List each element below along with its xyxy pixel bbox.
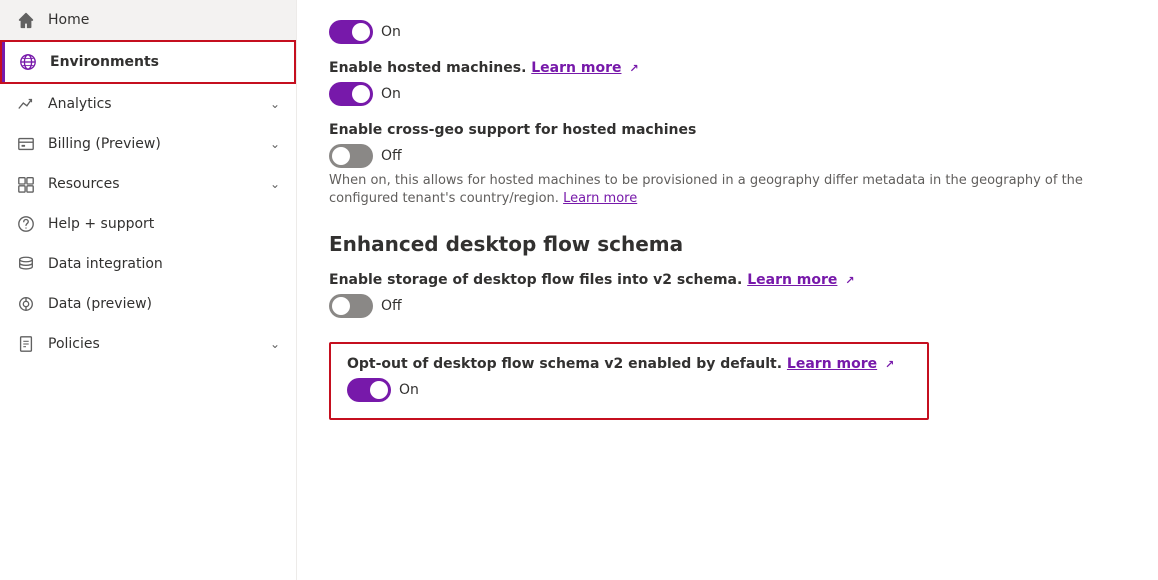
data-integration-icon (16, 254, 36, 274)
sidebar-label-data-integration: Data integration (48, 256, 280, 272)
external-link-icon: ↗ (629, 62, 638, 75)
chevron-down-icon: ⌄ (270, 97, 280, 111)
sidebar-item-analytics[interactable]: Analytics ⌄ (0, 84, 296, 124)
cross-geo-learn-more[interactable]: Learn more (563, 191, 637, 206)
toggle-label-opt-out: On (399, 382, 419, 398)
globe-icon (18, 52, 38, 72)
toggle-thumb-storage (332, 297, 350, 315)
sidebar-item-help[interactable]: Help + support (0, 204, 296, 244)
sidebar-label-billing: Billing (Preview) (48, 136, 258, 152)
storage-schema-label-text: Enable storage of desktop flow files int… (329, 272, 742, 288)
storage-schema-learn-more[interactable]: Learn more (747, 272, 837, 288)
opt-out-label: Opt-out of desktop flow schema v2 enable… (347, 356, 911, 372)
toggle-row-hosted: On (329, 82, 1126, 106)
hosted-machines-row: Enable hosted machines. Learn more ↗ On (329, 60, 1126, 106)
first-toggle-row: On (329, 20, 1126, 44)
resources-icon (16, 174, 36, 194)
sidebar-label-help: Help + support (48, 216, 280, 232)
storage-schema-row: Enable storage of desktop flow files int… (329, 272, 1126, 318)
chevron-down-icon: ⌄ (270, 337, 280, 351)
toggle-row-first: On (329, 20, 1126, 44)
toggle-thumb-hosted (352, 85, 370, 103)
sidebar-item-data-preview[interactable]: Data (preview) (0, 284, 296, 324)
sidebar-label-policies: Policies (48, 336, 258, 352)
cross-geo-desc: When on, this allows for hosted machines… (329, 172, 1126, 208)
cross-geo-desc-text: When on, this allows for hosted machines… (329, 173, 1083, 206)
section-heading-desktop-flow: Enhanced desktop flow schema (329, 232, 1126, 256)
external-link-icon-2: ↗ (845, 274, 854, 287)
toggle-label-hosted: On (381, 86, 401, 102)
hosted-machines-label-text: Enable hosted machines. (329, 60, 526, 76)
storage-schema-label: Enable storage of desktop flow files int… (329, 272, 1126, 288)
opt-out-learn-more[interactable]: Learn more (787, 356, 877, 372)
toggle-label-cross-geo: Off (381, 148, 402, 164)
toggle-label-first: On (381, 24, 401, 40)
toggle-storage-schema[interactable] (329, 294, 373, 318)
sidebar-item-policies[interactable]: Policies ⌄ (0, 324, 296, 364)
sidebar-label-analytics: Analytics (48, 96, 258, 112)
chevron-down-icon: ⌄ (270, 177, 280, 191)
toggle-opt-out[interactable] (347, 378, 391, 402)
opt-out-box: Opt-out of desktop flow schema v2 enable… (329, 342, 929, 420)
sidebar-item-resources[interactable]: Resources ⌄ (0, 164, 296, 204)
home-icon (16, 10, 36, 30)
toggle-thumb-first (352, 23, 370, 41)
opt-out-label-text: Opt-out of desktop flow schema v2 enable… (347, 356, 782, 372)
external-link-icon-3: ↗ (885, 358, 894, 371)
sidebar-label-resources: Resources (48, 176, 258, 192)
toggle-row-opt-out: On (347, 378, 911, 402)
toggle-label-storage: Off (381, 298, 402, 314)
toggle-first[interactable] (329, 20, 373, 44)
toggle-cross-geo[interactable] (329, 144, 373, 168)
sidebar-item-environments[interactable]: Environments (0, 40, 296, 84)
toggle-row-cross-geo: Off (329, 144, 1126, 168)
billing-icon (16, 134, 36, 154)
sidebar-item-home[interactable]: Home (0, 0, 296, 40)
sidebar: Home Environments Analytics ⌄ (0, 0, 297, 580)
cross-geo-row: Enable cross-geo support for hosted mach… (329, 122, 1126, 208)
sidebar-label-data-preview: Data (preview) (48, 296, 280, 312)
sidebar-item-billing[interactable]: Billing (Preview) ⌄ (0, 124, 296, 164)
toggle-row-storage: Off (329, 294, 1126, 318)
help-icon (16, 214, 36, 234)
sidebar-item-data-integration[interactable]: Data integration (0, 244, 296, 284)
data-preview-icon (16, 294, 36, 314)
toggle-hosted-machines[interactable] (329, 82, 373, 106)
chevron-down-icon: ⌄ (270, 137, 280, 151)
cross-geo-label-text: Enable cross-geo support for hosted mach… (329, 122, 1126, 138)
sidebar-label-environments: Environments (50, 54, 278, 70)
toggle-thumb-cross-geo (332, 147, 350, 165)
chart-icon (16, 94, 36, 114)
toggle-thumb-opt-out (370, 381, 388, 399)
sidebar-label-home: Home (48, 12, 280, 28)
hosted-machines-learn-more[interactable]: Learn more (531, 60, 621, 76)
hosted-machines-label: Enable hosted machines. Learn more ↗ (329, 60, 1126, 76)
main-content: On Enable hosted machines. Learn more ↗ … (297, 0, 1158, 580)
policies-icon (16, 334, 36, 354)
